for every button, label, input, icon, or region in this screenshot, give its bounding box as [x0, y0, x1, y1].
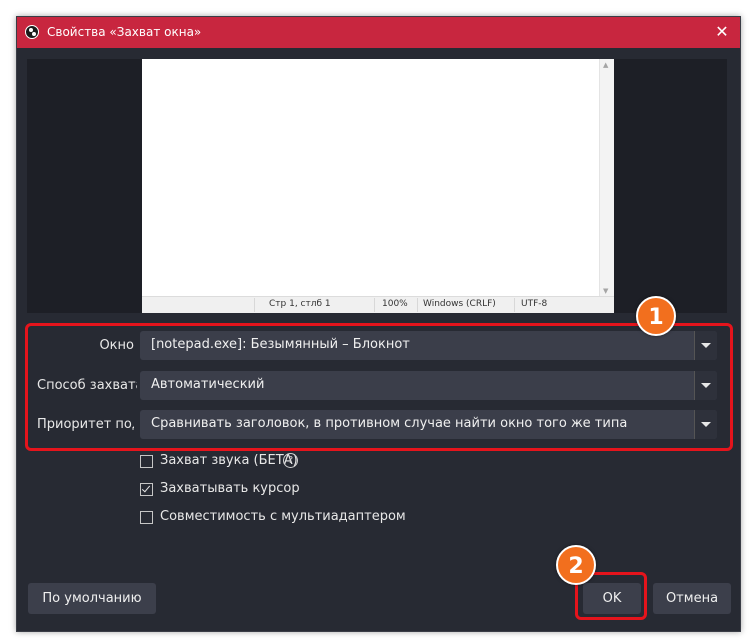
status-zoom: 100% [382, 299, 408, 309]
scroll-down-icon: ▼ [603, 287, 609, 295]
capture-cursor-checkbox[interactable] [140, 483, 153, 496]
multiadapter-label: Совместимость с мультиадаптером [160, 509, 406, 524]
highlight-box-fields [25, 323, 733, 451]
close-icon[interactable]: ✕ [710, 21, 734, 43]
status-divider [374, 298, 375, 312]
cancel-button[interactable]: Отмена [653, 583, 731, 614]
scroll-up-icon: ▲ [603, 61, 609, 69]
capture-cursor-label: Захватывать курсор [160, 481, 300, 496]
capture-audio-checkbox[interactable] [140, 455, 153, 468]
question-circle-icon[interactable]: ? [283, 453, 298, 468]
status-divider [417, 298, 418, 312]
capture-audio-label: Захват звука (БЕТА) [160, 453, 298, 468]
defaults-button[interactable]: По умолчанию [28, 583, 156, 614]
notepad-scrollbar: ▲ ▼ [599, 59, 614, 297]
obs-logo-icon [25, 25, 39, 39]
capture-preview: ▲ ▼ Стр 1, стлб 1 100% Windows (CRLF) UT… [27, 59, 727, 313]
status-position: Стр 1, стлб 1 [269, 299, 331, 309]
title-bar[interactable]: Свойства «Захват окна» ✕ [17, 17, 740, 48]
notepad-status-bar: Стр 1, стлб 1 100% Windows (CRLF) UTF-8 [142, 296, 614, 313]
multiadapter-checkbox[interactable] [140, 511, 153, 524]
status-divider [514, 298, 515, 312]
step-badge-2: 2 [556, 545, 596, 585]
status-divider [254, 298, 255, 312]
step-badge-1: 1 [636, 296, 676, 336]
notepad-preview: ▲ ▼ Стр 1, стлб 1 100% Windows (CRLF) UT… [142, 59, 614, 313]
window-title: Свойства «Захват окна» [47, 25, 202, 39]
status-encoding: UTF-8 [521, 299, 548, 309]
status-line-endings: Windows (CRLF) [423, 299, 496, 309]
